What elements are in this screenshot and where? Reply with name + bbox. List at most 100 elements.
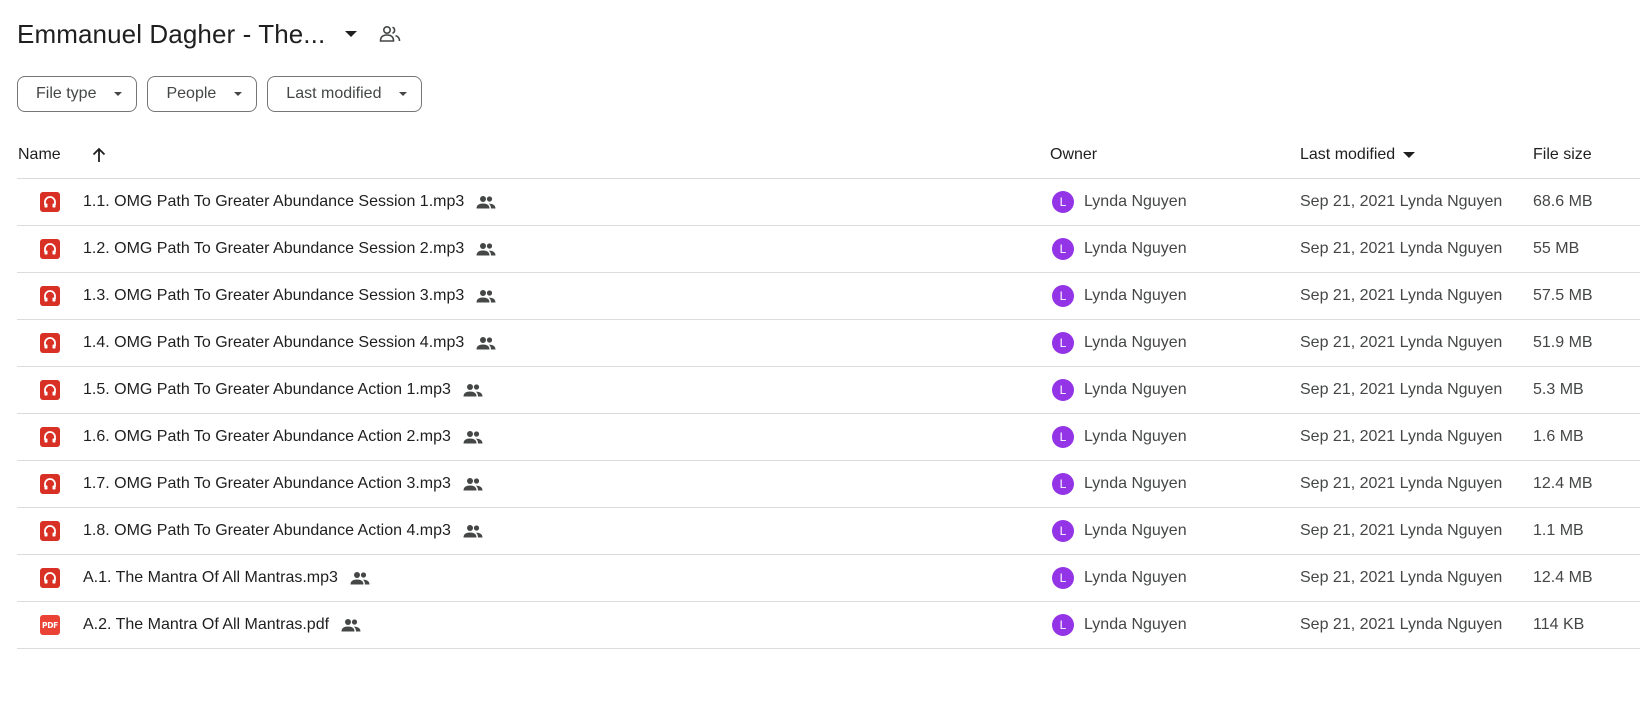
shared-people-icon — [463, 383, 483, 397]
shared-people-icon — [341, 618, 361, 632]
file-type-icon-cell — [39, 461, 61, 507]
table-row[interactable]: 1.5. OMG Path To Greater Abundance Actio… — [17, 367, 1640, 414]
filter-label: File type — [36, 85, 97, 102]
owner-name: Lynda Nguyen — [1084, 428, 1187, 445]
avatar[interactable]: L — [1052, 614, 1074, 636]
file-name: 1.7. OMG Path To Greater Abundance Actio… — [83, 475, 451, 492]
owner-name: Lynda Nguyen — [1084, 569, 1187, 586]
file-size-cell: 51.9 MB — [1533, 334, 1593, 351]
file-name-cell[interactable]: 1.7. OMG Path To Greater Abundance Actio… — [83, 461, 483, 507]
people-filter[interactable]: People — [147, 76, 258, 112]
table-header: Name Owner Last modified File size — [17, 132, 1640, 179]
file-name-cell[interactable]: A.2. The Mantra Of All Mantras.pdf — [83, 602, 361, 648]
file-type-icon-cell — [39, 555, 61, 601]
folder-title: Emmanuel Dagher - The... — [17, 18, 326, 49]
owner-cell: L Lynda Nguyen — [1052, 508, 1187, 554]
last-modified-cell: Sep 21, 2021 Lynda Nguyen — [1300, 569, 1503, 586]
file-name-cell[interactable]: A.1. The Mantra Of All Mantras.mp3 — [83, 555, 370, 601]
audio-file-icon — [40, 380, 60, 400]
last-modified-cell: Sep 21, 2021 Lynda Nguyen — [1300, 616, 1503, 633]
avatar[interactable]: L — [1052, 238, 1074, 260]
table-row[interactable]: 1.1. OMG Path To Greater Abundance Sessi… — [17, 179, 1640, 226]
table-row[interactable]: 1.8. OMG Path To Greater Abundance Actio… — [17, 508, 1640, 555]
name-column-header[interactable]: Name — [18, 132, 61, 178]
chevron-down-icon — [114, 92, 123, 96]
file-name-cell[interactable]: 1.5. OMG Path To Greater Abundance Actio… — [83, 367, 483, 413]
avatar[interactable]: L — [1052, 426, 1074, 448]
owner-name: Lynda Nguyen — [1084, 287, 1187, 304]
shared-people-icon — [476, 242, 496, 256]
table-row[interactable]: 1.6. OMG Path To Greater Abundance Actio… — [17, 414, 1640, 461]
last-modified-cell: Sep 21, 2021 Lynda Nguyen — [1300, 240, 1503, 257]
file-name-cell[interactable]: 1.6. OMG Path To Greater Abundance Actio… — [83, 414, 483, 460]
file-size-column-header[interactable]: File size — [1533, 132, 1592, 178]
filter-label: People — [166, 85, 217, 102]
file-name-cell[interactable]: 1.1. OMG Path To Greater Abundance Sessi… — [83, 179, 496, 225]
file-type-filter[interactable]: File type — [17, 76, 138, 112]
shared-folder-people-icon[interactable] — [377, 21, 403, 47]
table-row[interactable]: 1.4. OMG Path To Greater Abundance Sessi… — [17, 320, 1640, 367]
owner-name: Lynda Nguyen — [1084, 522, 1187, 539]
file-name-cell[interactable]: 1.2. OMG Path To Greater Abundance Sessi… — [83, 226, 496, 272]
owner-cell: L Lynda Nguyen — [1052, 414, 1187, 460]
file-type-icon-cell: PDF — [39, 602, 61, 648]
file-size-cell: 12.4 MB — [1533, 569, 1593, 586]
owner-cell: L Lynda Nguyen — [1052, 273, 1187, 319]
sort-ascending-icon[interactable] — [85, 141, 113, 169]
file-size-cell: 114 KB — [1533, 616, 1585, 633]
audio-file-icon — [40, 239, 60, 259]
pdf-file-icon: PDF — [40, 615, 60, 635]
file-name: 1.8. OMG Path To Greater Abundance Actio… — [83, 522, 451, 539]
file-type-icon-cell — [39, 273, 61, 319]
table-row[interactable]: A.1. The Mantra Of All Mantras.mp3 L Lynda… — [17, 555, 1640, 602]
file-size-cell: 57.5 MB — [1533, 287, 1593, 304]
last-modified-cell: Sep 21, 2021 Lynda Nguyen — [1300, 381, 1503, 398]
table-row[interactable]: PDF A.2. The Mantra Of All Mantras.pdf L Ly… — [17, 602, 1640, 649]
avatar[interactable]: L — [1052, 473, 1074, 495]
owner-name: Lynda Nguyen — [1084, 616, 1187, 633]
table-row[interactable]: 1.7. OMG Path To Greater Abundance Actio… — [17, 461, 1640, 508]
avatar[interactable]: L — [1052, 379, 1074, 401]
audio-file-icon — [40, 427, 60, 447]
owner-name: Lynda Nguyen — [1084, 193, 1187, 210]
file-list: Name Owner Last modified File size 1.1. … — [17, 132, 1640, 649]
file-size-cell: 5.3 MB — [1533, 381, 1584, 398]
table-row[interactable]: 1.2. OMG Path To Greater Abundance Sessi… — [17, 226, 1640, 273]
file-type-icon-cell — [39, 320, 61, 366]
audio-file-icon — [40, 333, 60, 353]
shared-people-icon — [463, 524, 483, 538]
file-name-cell[interactable]: 1.3. OMG Path To Greater Abundance Sessi… — [83, 273, 496, 319]
file-name-cell[interactable]: 1.4. OMG Path To Greater Abundance Sessi… — [83, 320, 496, 366]
file-size-cell: 1.1 MB — [1533, 522, 1584, 539]
file-name: 1.6. OMG Path To Greater Abundance Actio… — [83, 428, 451, 445]
folder-menu-dropdown-icon[interactable] — [339, 22, 363, 46]
avatar[interactable]: L — [1052, 332, 1074, 354]
shared-people-icon — [476, 289, 496, 303]
last-modified-column-header[interactable]: Last modified — [1300, 132, 1416, 178]
file-name: 1.1. OMG Path To Greater Abundance Sessi… — [83, 193, 465, 210]
audio-file-icon — [40, 568, 60, 588]
chevron-down-icon — [399, 92, 408, 96]
last-modified-cell: Sep 21, 2021 Lynda Nguyen — [1300, 287, 1503, 304]
audio-file-icon — [40, 192, 60, 212]
file-type-icon-cell — [39, 508, 61, 554]
avatar[interactable]: L — [1052, 520, 1074, 542]
owner-cell: L Lynda Nguyen — [1052, 461, 1187, 507]
avatar[interactable]: L — [1052, 191, 1074, 213]
owner-column-header[interactable]: Owner — [1050, 132, 1097, 178]
owner-cell: L Lynda Nguyen — [1052, 367, 1187, 413]
avatar[interactable]: L — [1052, 285, 1074, 307]
owner-cell: L Lynda Nguyen — [1052, 320, 1187, 366]
file-type-icon-cell — [39, 414, 61, 460]
owner-cell: L Lynda Nguyen — [1052, 555, 1187, 601]
chevron-down-icon — [234, 92, 243, 96]
last-modified-cell: Sep 21, 2021 Lynda Nguyen — [1300, 334, 1503, 351]
file-name: 1.3. OMG Path To Greater Abundance Sessi… — [83, 287, 465, 304]
file-size-cell: 12.4 MB — [1533, 475, 1593, 492]
avatar[interactable]: L — [1052, 567, 1074, 589]
filter-bar: File type People Last modified — [17, 76, 423, 112]
table-row[interactable]: 1.3. OMG Path To Greater Abundance Sessi… — [17, 273, 1640, 320]
file-name-cell[interactable]: 1.8. OMG Path To Greater Abundance Actio… — [83, 508, 483, 554]
last-modified-filter[interactable]: Last modified — [267, 76, 423, 112]
audio-file-icon — [40, 521, 60, 541]
